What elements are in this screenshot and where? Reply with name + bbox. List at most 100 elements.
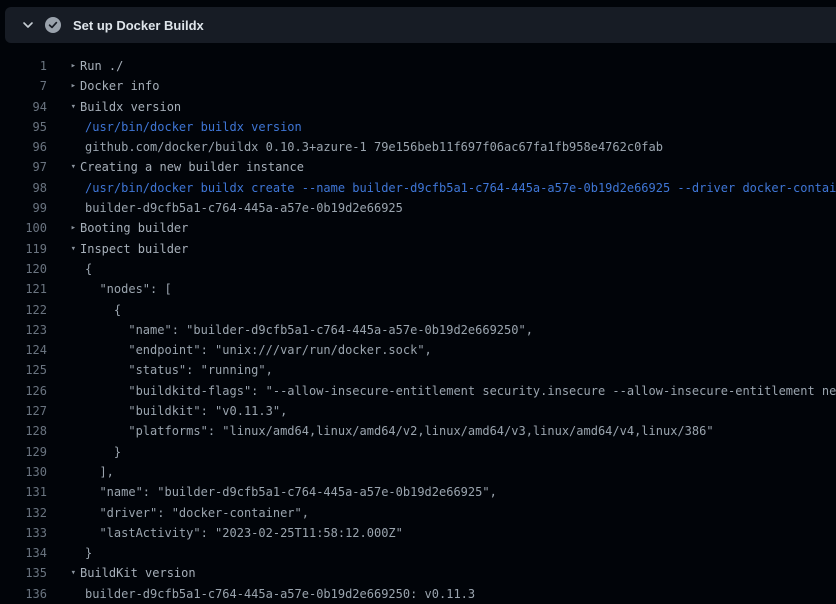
log-text: Run ./ bbox=[80, 56, 123, 76]
line-number[interactable]: 98 bbox=[0, 178, 47, 198]
log-text: /usr/bin/docker buildx create --name bui… bbox=[80, 178, 836, 198]
line-number[interactable]: 119 bbox=[0, 239, 47, 259]
log-text: builder-d9cfb5a1-c764-445a-a57e-0b19d2e6… bbox=[80, 198, 403, 218]
log-text: "nodes": [ bbox=[80, 279, 172, 299]
log-line: 119 ▾ Inspect builder bbox=[0, 239, 836, 259]
log-line: 121 "nodes": [ bbox=[0, 279, 836, 299]
line-number[interactable]: 126 bbox=[0, 381, 47, 401]
log-line: 123 "name": "builder-d9cfb5a1-c764-445a-… bbox=[0, 320, 836, 340]
line-number[interactable]: 134 bbox=[0, 543, 47, 563]
log-line: 122 { bbox=[0, 300, 836, 320]
line-number[interactable]: 125 bbox=[0, 360, 47, 380]
group-toggle-icon bbox=[47, 442, 80, 462]
log-line: 132 "driver": "docker-container", bbox=[0, 503, 836, 523]
log-text: "buildkit": "v0.11.3", bbox=[80, 401, 287, 421]
log-line: 96 github.com/docker/buildx 0.10.3+azure… bbox=[0, 137, 836, 157]
log-line: 130 ], bbox=[0, 462, 836, 482]
step-title: Set up Docker Buildx bbox=[73, 18, 204, 33]
log-text: "platforms": "linux/amd64,linux/amd64/v2… bbox=[80, 421, 714, 441]
log-viewer: 1 ▸ Run ./ 7 ▸ Docker info 94 ▾ Buildx v… bbox=[0, 43, 836, 604]
line-number[interactable]: 124 bbox=[0, 340, 47, 360]
log-text: } bbox=[80, 543, 92, 563]
log-text: Inspect builder bbox=[80, 239, 188, 259]
log-text: Docker info bbox=[80, 76, 159, 96]
group-toggle-icon bbox=[47, 543, 80, 563]
log-line: 131 "name": "builder-d9cfb5a1-c764-445a-… bbox=[0, 482, 836, 502]
group-toggle-icon bbox=[47, 340, 80, 360]
group-toggle-icon[interactable]: ▸ bbox=[47, 76, 80, 96]
log-line: 135 ▾ BuildKit version bbox=[0, 563, 836, 583]
log-text: "buildkitd-flags": "--allow-insecure-ent… bbox=[80, 381, 836, 401]
chevron-down-icon[interactable] bbox=[22, 19, 34, 31]
line-number[interactable]: 97 bbox=[0, 157, 47, 177]
group-toggle-icon bbox=[47, 300, 80, 320]
line-number[interactable]: 121 bbox=[0, 279, 47, 299]
group-toggle-icon bbox=[47, 523, 80, 543]
log-text: "name": "builder-d9cfb5a1-c764-445a-a57e… bbox=[80, 320, 533, 340]
log-text: "endpoint": "unix:///var/run/docker.sock… bbox=[80, 340, 432, 360]
log-line: 129 } bbox=[0, 442, 836, 462]
group-toggle-icon bbox=[47, 178, 80, 198]
log-text: "status": "running", bbox=[80, 360, 273, 380]
log-line: 134 } bbox=[0, 543, 836, 563]
line-number[interactable]: 122 bbox=[0, 300, 47, 320]
log-line: 7 ▸ Docker info bbox=[0, 76, 836, 96]
log-text: Creating a new builder instance bbox=[80, 157, 304, 177]
line-number[interactable]: 130 bbox=[0, 462, 47, 482]
log-text: { bbox=[80, 300, 121, 320]
step-header[interactable]: Set up Docker Buildx bbox=[5, 7, 836, 43]
line-number[interactable]: 132 bbox=[0, 503, 47, 523]
group-toggle-icon[interactable]: ▾ bbox=[47, 239, 80, 259]
group-toggle-icon bbox=[47, 503, 80, 523]
log-text: Buildx version bbox=[80, 97, 181, 117]
log-text: ], bbox=[80, 462, 114, 482]
log-line: 100 ▸ Booting builder bbox=[0, 218, 836, 238]
group-toggle-icon[interactable]: ▾ bbox=[47, 157, 80, 177]
line-number[interactable]: 129 bbox=[0, 442, 47, 462]
log-text: Booting builder bbox=[80, 218, 188, 238]
log-text: "lastActivity": "2023-02-25T11:58:12.000… bbox=[80, 523, 403, 543]
group-toggle-icon[interactable]: ▾ bbox=[47, 563, 80, 583]
group-toggle-icon bbox=[47, 279, 80, 299]
log-text: github.com/docker/buildx 0.10.3+azure-1 … bbox=[80, 137, 663, 157]
line-number[interactable]: 96 bbox=[0, 137, 47, 157]
group-toggle-icon bbox=[47, 401, 80, 421]
group-toggle-icon bbox=[47, 482, 80, 502]
line-number[interactable]: 94 bbox=[0, 97, 47, 117]
line-number[interactable]: 127 bbox=[0, 401, 47, 421]
log-text: { bbox=[80, 259, 92, 279]
log-line: 94 ▾ Buildx version bbox=[0, 97, 836, 117]
log-line: 99 builder-d9cfb5a1-c764-445a-a57e-0b19d… bbox=[0, 198, 836, 218]
line-number[interactable]: 123 bbox=[0, 320, 47, 340]
log-text: "name": "builder-d9cfb5a1-c764-445a-a57e… bbox=[80, 482, 497, 502]
log-line: 97 ▾ Creating a new builder instance bbox=[0, 157, 836, 177]
group-toggle-icon bbox=[47, 360, 80, 380]
line-number[interactable]: 128 bbox=[0, 421, 47, 441]
log-line: 120 { bbox=[0, 259, 836, 279]
line-number[interactable]: 133 bbox=[0, 523, 47, 543]
group-toggle-icon bbox=[47, 421, 80, 441]
log-line: 98 /usr/bin/docker buildx create --name … bbox=[0, 178, 836, 198]
group-toggle-icon bbox=[47, 117, 80, 137]
line-number[interactable]: 135 bbox=[0, 563, 47, 583]
line-number[interactable]: 136 bbox=[0, 584, 47, 604]
group-toggle-icon[interactable]: ▾ bbox=[47, 97, 80, 117]
line-number[interactable]: 100 bbox=[0, 218, 47, 238]
log-line: 128 "platforms": "linux/amd64,linux/amd6… bbox=[0, 421, 836, 441]
line-number[interactable]: 131 bbox=[0, 482, 47, 502]
line-number[interactable]: 7 bbox=[0, 76, 47, 96]
group-toggle-icon bbox=[47, 137, 80, 157]
line-number[interactable]: 120 bbox=[0, 259, 47, 279]
group-toggle-icon bbox=[47, 381, 80, 401]
group-toggle-icon bbox=[47, 198, 80, 218]
group-toggle-icon bbox=[47, 320, 80, 340]
log-line: 125 "status": "running", bbox=[0, 360, 836, 380]
log-text: /usr/bin/docker buildx version bbox=[80, 117, 302, 137]
group-toggle-icon[interactable]: ▸ bbox=[47, 56, 80, 76]
log-line: 95 /usr/bin/docker buildx version bbox=[0, 117, 836, 137]
line-number[interactable]: 95 bbox=[0, 117, 47, 137]
group-toggle-icon[interactable]: ▸ bbox=[47, 218, 80, 238]
group-toggle-icon bbox=[47, 462, 80, 482]
line-number[interactable]: 1 bbox=[0, 56, 47, 76]
line-number[interactable]: 99 bbox=[0, 198, 47, 218]
